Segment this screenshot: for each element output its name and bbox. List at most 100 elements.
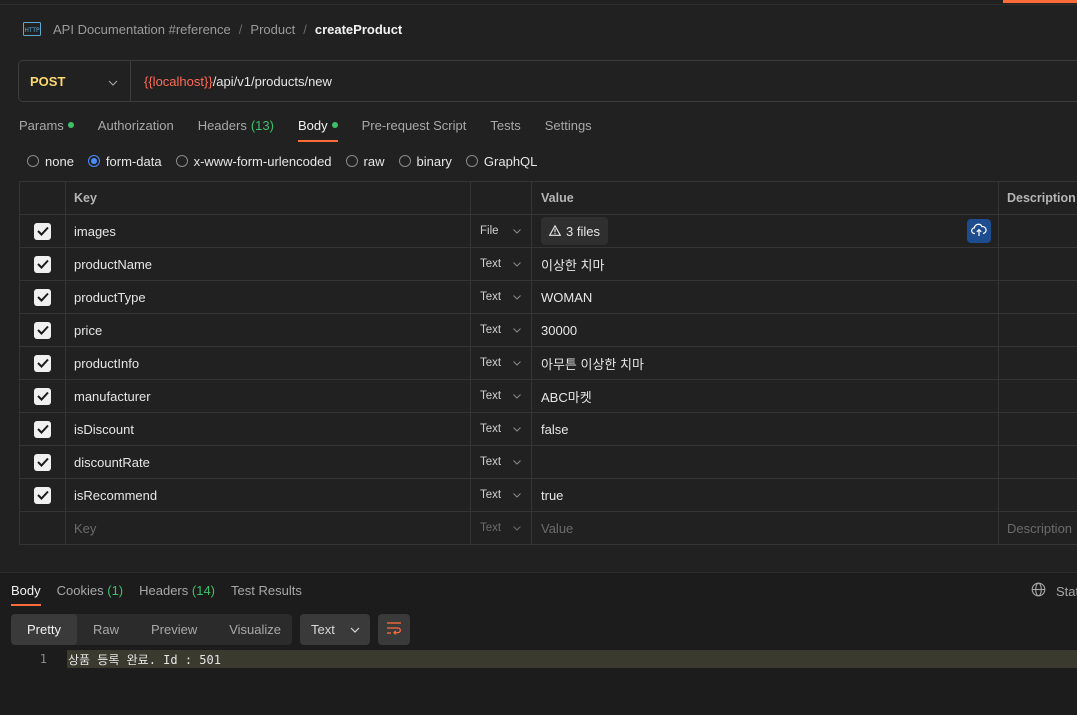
row-type-select[interactable]: Text <box>470 479 531 511</box>
breadcrumb-folder[interactable]: Product <box>250 22 295 37</box>
row-check-cell <box>19 215 65 247</box>
header-type-cell <box>470 182 531 214</box>
row-type-select[interactable]: Text <box>470 248 531 280</box>
response-body-text[interactable]: 상품 등록 완료. Id : 501 <box>67 650 1077 668</box>
response-tab-body[interactable]: Body <box>11 574 41 606</box>
request-name[interactable]: createProduct <box>315 22 402 37</box>
tab-authorization[interactable]: Authorization <box>98 108 174 142</box>
new-type-select[interactable]: Text <box>470 512 531 544</box>
row-description[interactable] <box>998 380 1077 412</box>
row-checkbox[interactable] <box>34 321 51 339</box>
row-key[interactable]: productInfo <box>65 347 470 379</box>
row-checkbox[interactable] <box>34 486 51 504</box>
radio-raw[interactable]: raw <box>345 153 385 169</box>
response-tabs: Body Cookies (1) Headers (14) Test Resul… <box>11 574 302 606</box>
row-description[interactable] <box>998 248 1077 280</box>
row-description[interactable] <box>998 347 1077 379</box>
row-description[interactable] <box>998 479 1077 511</box>
view-raw[interactable]: Raw <box>77 614 135 645</box>
header-description: Description <box>998 182 1077 214</box>
new-key-input[interactable]: Key <box>65 512 470 544</box>
row-key[interactable]: images <box>65 215 470 247</box>
row-key[interactable]: isDiscount <box>65 413 470 445</box>
row-key[interactable]: price <box>65 314 470 346</box>
tab-tests[interactable]: Tests <box>490 108 520 142</box>
row-description[interactable] <box>998 281 1077 313</box>
row-type-select[interactable]: Text <box>470 281 531 313</box>
row-type-select[interactable]: Text <box>470 314 531 346</box>
row-value[interactable]: 아무튼 이상한 치마 <box>531 347 998 379</box>
row-value[interactable]: false <box>531 413 998 445</box>
tab-body[interactable]: Body <box>297 108 338 142</box>
row-key[interactable]: productType <box>65 281 470 313</box>
method-select[interactable]: POST <box>19 61 131 101</box>
radio-urlencoded-label: x-www-form-urlencoded <box>193 153 332 169</box>
row-description[interactable] <box>998 413 1077 445</box>
tab-params[interactable]: Params <box>19 108 74 142</box>
row-checkbox[interactable] <box>34 453 51 471</box>
radio-none-label: none <box>45 153 74 169</box>
upload-cloud-button[interactable] <box>967 219 991 243</box>
request-tabs: Params Authorization Headers (13) Body P… <box>19 108 592 142</box>
radio-none[interactable]: none <box>27 154 74 169</box>
row-value[interactable]: WOMAN <box>531 281 998 313</box>
globe-icon[interactable] <box>1031 582 1046 600</box>
wrap-lines-icon <box>386 621 402 638</box>
row-type-select[interactable]: Text <box>470 380 531 412</box>
row-type-label: Text <box>480 390 502 402</box>
response-format-select[interactable]: Text <box>300 614 370 645</box>
row-value[interactable]: ABC마켓 <box>531 380 998 412</box>
row-description[interactable] <box>998 446 1077 478</box>
row-description[interactable] <box>998 314 1077 346</box>
view-pretty[interactable]: Pretty <box>11 614 77 645</box>
row-key[interactable]: isRecommend <box>65 479 470 511</box>
row-key[interactable]: productName <box>65 248 470 280</box>
row-value[interactable]: 30000 <box>531 314 998 346</box>
radio-circle <box>175 155 188 167</box>
tab-prerequest-script[interactable]: Pre-request Script <box>362 108 467 142</box>
row-type-select[interactable]: Text <box>470 413 531 445</box>
row-checkbox[interactable] <box>34 222 51 240</box>
row-checkbox[interactable] <box>34 354 51 372</box>
row-checkbox[interactable] <box>34 387 51 405</box>
radio-graphql[interactable]: GraphQL <box>465 153 538 169</box>
url-input[interactable]: {{localhost}}/api/v1/products/new <box>131 74 332 89</box>
row-checkbox[interactable] <box>34 288 51 306</box>
response-tab-test-results[interactable]: Test Results <box>231 574 302 606</box>
radio-binary[interactable]: binary <box>398 154 452 169</box>
row-type-select[interactable]: Text <box>470 347 531 379</box>
radio-urlencoded[interactable]: x-www-form-urlencoded <box>175 153 332 169</box>
radio-graphql-label: GraphQL <box>483 153 538 169</box>
response-status: Stat <box>1031 582 1077 600</box>
new-value-input[interactable]: Value <box>531 512 998 544</box>
view-visualize[interactable]: Visualize <box>213 614 297 645</box>
table-row: manufacturer Text ABC마켓 <box>19 380 1077 413</box>
new-description-input[interactable]: Description <box>998 512 1077 544</box>
view-preview[interactable]: Preview <box>135 614 213 645</box>
row-key[interactable]: manufacturer <box>65 380 470 412</box>
row-checkbox[interactable] <box>34 255 51 273</box>
radio-form-data[interactable]: form-data <box>87 154 162 169</box>
row-value[interactable]: true <box>531 479 998 511</box>
response-tab-headers[interactable]: Headers (14) <box>139 574 215 606</box>
response-tab-cookies-label: Cookies <box>56 582 104 598</box>
chevron-down-icon <box>513 393 521 399</box>
row-type-select[interactable]: Text <box>470 446 531 478</box>
row-type-select[interactable]: File <box>470 215 531 247</box>
radio-circle <box>27 155 39 167</box>
row-value[interactable] <box>531 446 998 478</box>
row-key[interactable]: discountRate <box>65 446 470 478</box>
breadcrumb-collection[interactable]: API Documentation #reference <box>53 22 231 37</box>
row-checkbox[interactable] <box>34 420 51 438</box>
radio-raw-label: raw <box>363 153 385 169</box>
response-tab-cookies[interactable]: Cookies (1) <box>57 574 123 606</box>
wrap-lines-button[interactable] <box>378 614 410 645</box>
row-value-cell: 3 files <box>531 215 998 247</box>
response-tab-body-label: Body <box>11 582 41 598</box>
row-value[interactable]: 이상한 치마 <box>531 248 998 280</box>
tab-tests-label: Tests <box>490 117 521 133</box>
tab-headers[interactable]: Headers (13) <box>198 108 274 142</box>
row-description[interactable] <box>998 215 1077 247</box>
files-chip[interactable]: 3 files <box>541 217 608 245</box>
tab-settings[interactable]: Settings <box>545 108 592 142</box>
